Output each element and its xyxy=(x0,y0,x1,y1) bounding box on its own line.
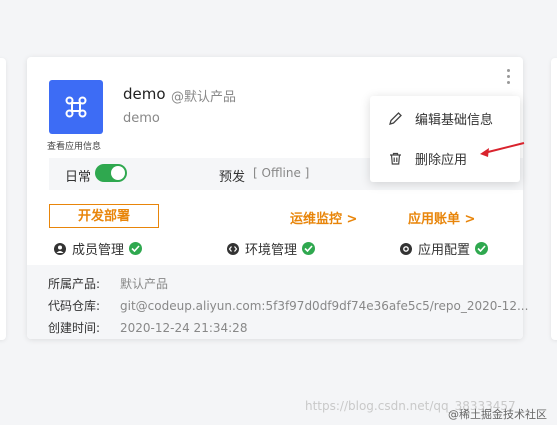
check-icon xyxy=(129,242,143,255)
adjacent-card-left xyxy=(0,58,6,340)
check-icon xyxy=(302,242,316,255)
detail-row-repo: 代码仓库: git@codeup.aliyun.com:5f3f97d0df9df… xyxy=(48,297,528,314)
menu-item-delete-app[interactable]: 删除应用 xyxy=(388,149,467,168)
member-management[interactable]: 成员管理 xyxy=(54,239,143,258)
view-app-info-link[interactable]: 查看应用信息 xyxy=(47,139,101,152)
app-icon[interactable] xyxy=(49,80,103,134)
feature-label: 成员管理 xyxy=(72,243,125,258)
env-pre-label: 预发 xyxy=(219,170,246,185)
adjacent-card-right xyxy=(551,58,557,340)
gear-icon xyxy=(400,242,412,255)
code-icon xyxy=(227,242,239,255)
trash-icon xyxy=(390,152,401,165)
feature-label: 环境管理 xyxy=(245,243,298,258)
deploy-button[interactable]: 开发部署 xyxy=(49,204,159,228)
detail-label: 创建时间: xyxy=(48,321,101,335)
app-name: demo xyxy=(123,85,166,103)
environment-management[interactable]: 环境管理 xyxy=(227,239,316,258)
more-options-icon[interactable] xyxy=(507,69,511,87)
detail-value: 默认产品 xyxy=(120,277,169,291)
bill-link[interactable]: 应用账单 > xyxy=(408,208,475,227)
feature-label: 应用配置 xyxy=(418,243,471,258)
env-daily-label: 日常 xyxy=(65,170,92,185)
check-icon xyxy=(475,242,489,255)
detail-row-created: 创建时间: 2020-12-24 21:34:28 xyxy=(48,319,247,336)
menu-item-label: 编辑基础信息 xyxy=(415,113,494,128)
app-details: 所属产品: 默认产品 代码仓库: git@codeup.aliyun.com:5f3… xyxy=(27,265,528,339)
env-daily-toggle[interactable] xyxy=(95,164,127,182)
app-configuration[interactable]: 应用配置 xyxy=(400,239,489,258)
watermark-brand: @稀土掘金技术社区 xyxy=(448,408,547,421)
user-icon xyxy=(54,242,66,255)
detail-row-product: 所属产品: 默认产品 xyxy=(48,275,168,292)
detail-value[interactable]: git@codeup.aliyun.com:5f3f97d0df9df74e36… xyxy=(120,299,528,313)
detail-value: 2020-12-24 21:34:28 xyxy=(120,321,248,335)
monitor-link[interactable]: 运维监控 > xyxy=(290,208,357,227)
command-icon xyxy=(65,96,87,118)
annotation-arrow-icon xyxy=(480,142,525,157)
pencil-icon xyxy=(389,112,402,125)
app-subtitle: demo xyxy=(123,111,160,126)
menu-item-edit-info[interactable]: 编辑基础信息 xyxy=(388,109,493,128)
env-pre-status: [ Offline ] xyxy=(253,166,310,180)
detail-label: 代码仓库: xyxy=(48,299,101,313)
app-product: @默认产品 xyxy=(171,90,237,105)
menu-item-label: 删除应用 xyxy=(415,153,468,168)
options-dropdown-menu: 编辑基础信息 删除应用 xyxy=(370,96,520,182)
detail-label: 所属产品: xyxy=(48,277,101,291)
